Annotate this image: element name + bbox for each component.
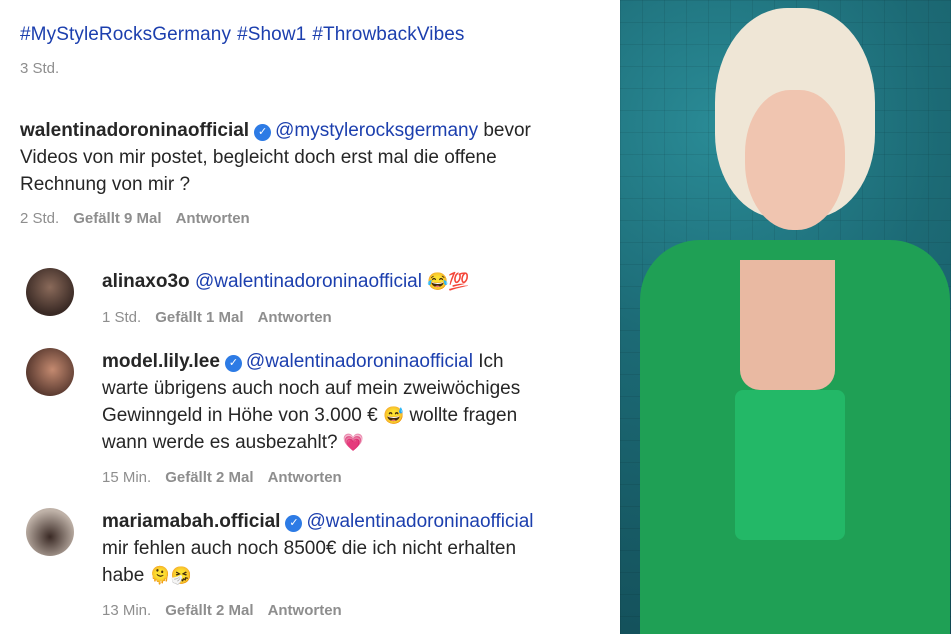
avatar[interactable] [26,348,74,396]
face [745,90,845,230]
comments-panel: #MyStyleRocksGermany #Show1 #ThrowbackVibe… [0,0,620,634]
comment-meta: 2 Std. Gefällt 9 Mal Antworten [20,210,264,227]
reply-button[interactable]: Antworten [176,210,250,227]
comment-username[interactable]: alinaxo3o [102,271,190,292]
comment-alinaxo3o: alinaxo3o @walentinadoroninaofficial 😂💯 [102,268,612,295]
comment-meta: 13 Min. Gefällt 2 Mal Antworten [102,602,356,619]
comment-walentina: walentinadoroninaofficial ✓ @mystylerocksg… [20,117,620,198]
comment-meta: 1 Std. Gefällt 1 Mal Antworten [102,309,346,326]
post-timestamp: 3 Std. [20,60,60,77]
comment-username[interactable]: model.lily.lee [102,351,220,372]
sweat-smile-emoji-icon: 😅 [382,406,405,425]
reply-button[interactable]: Antworten [268,469,342,486]
comment-mention[interactable]: @walentinadoroninaofficial [195,271,422,292]
heart-emoji-icon: 💗 [342,433,364,452]
comment-text: wann werde es ausbezahlt? [102,432,338,453]
reply-button[interactable]: Antworten [258,309,332,326]
comment-text: habe [102,565,145,586]
hashtag-link[interactable]: #ThrowbackVibes [312,24,464,45]
comment-text: wollte fragen [409,405,518,426]
avatar[interactable] [26,508,74,556]
hashtag-link[interactable]: #Show1 [237,24,306,45]
hashtag-link[interactable]: #MyStyleRocksGermany [20,24,231,45]
comment-time: 15 Min. [102,469,152,486]
comment-text: Ich [478,351,504,372]
comment-text: warte übrigens auch noch auf mein zweiwö… [102,378,521,399]
comment-mention[interactable]: @walentinadoroninaofficial [306,511,533,532]
likes-count[interactable]: Gefällt 9 Mal [73,210,161,227]
comment-meta: 15 Min. Gefällt 2 Mal Antworten [102,469,356,486]
comment-text: Rechnung von mir ? [20,174,191,195]
comment-text: bevor [483,120,531,141]
comment-mariamabah: mariamabah.official ✓ @walentinadoroninaof… [102,508,612,589]
tv-show-photo [620,0,951,634]
comment-text: mir fehlen auch noch 8500€ die ich nicht… [102,538,517,559]
comment-username[interactable]: mariamabah.official [102,511,280,532]
likes-count[interactable]: Gefällt 1 Mal [155,309,243,326]
avatar[interactable] [26,268,74,316]
verified-badge-icon: ✓ [254,124,272,141]
comment-text: Gewinngeld in Höhe von 3.000 € [102,405,378,426]
likes-count[interactable]: Gefällt 2 Mal [165,469,253,486]
comment-model-lily-lee: model.lily.lee ✓ @walentinadoroninaofficia… [102,348,612,456]
likes-count[interactable]: Gefällt 2 Mal [165,602,253,619]
melting-sneezing-emoji-icon: 🫠🤧 [149,566,192,585]
reply-button[interactable]: Antworten [268,602,342,619]
comment-mention[interactable]: @mystylerocksgermany [275,120,478,141]
comment-time: 2 Std. [20,210,60,227]
comment-mention[interactable]: @walentinadoroninaofficial [246,351,473,372]
neck-chest [740,260,835,390]
comment-time: 13 Min. [102,602,152,619]
post-hashtags: #MyStyleRocksGermany #Show1 #ThrowbackVibe… [20,24,471,46]
comment-username[interactable]: walentinadoroninaofficial [20,120,249,141]
comment-time: 1 Std. [102,309,142,326]
laughing-hundred-emoji-icon: 😂💯 [427,272,470,291]
comment-text: Videos von mir postet, begleicht doch er… [20,147,497,168]
verified-badge-icon: ✓ [285,515,303,532]
verified-badge-icon: ✓ [224,355,242,372]
green-top [735,390,845,540]
